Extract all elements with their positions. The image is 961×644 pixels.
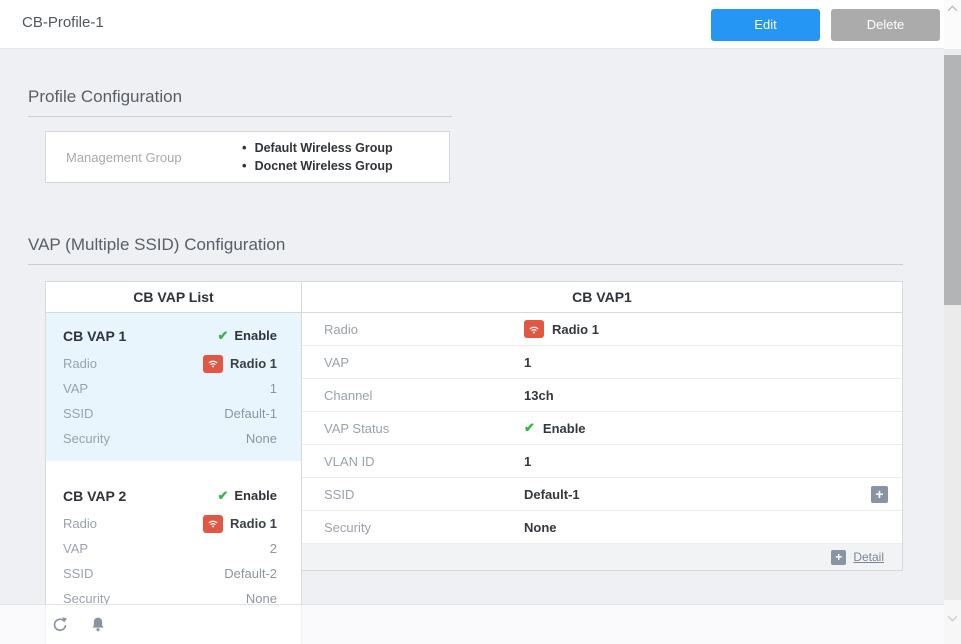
row-label: SSID (63, 406, 93, 421)
ssid-add-button[interactable] (871, 486, 888, 503)
status-value: Enable (543, 421, 586, 436)
vap-status-label: Enable (234, 488, 277, 503)
row-label: VAP (63, 541, 88, 556)
row-label: Radio (63, 516, 97, 531)
management-group-list: Default Wireless Group Docnet Wireless G… (242, 139, 393, 175)
row-value: 1 (524, 355, 531, 370)
vap-status-label: Enable (234, 328, 277, 343)
row-label: SSID (324, 487, 524, 502)
row-label: Radio (63, 356, 97, 371)
management-group-item: Docnet Wireless Group (242, 157, 393, 175)
vap-security-row: Security None (63, 426, 277, 451)
row-value: None (524, 520, 557, 535)
management-group-label: Management Group (66, 150, 242, 165)
vap-list-header: CB VAP List (46, 282, 301, 313)
row-label: VAP (63, 381, 88, 396)
detail-link[interactable]: Detail (853, 550, 884, 564)
detail-security-row: Security None (302, 511, 902, 544)
wifi-icon (203, 515, 223, 533)
footer-band (0, 604, 944, 644)
row-label: Channel (324, 388, 524, 403)
top-bar: CB-Profile-1 Edit Delete (0, 0, 961, 49)
detail-channel-row: Channel 13ch (302, 379, 902, 412)
bell-icon[interactable] (88, 615, 108, 635)
vap-ssid-row: SSID Default-2 (63, 561, 277, 586)
vap-status-badge: Enable (217, 488, 277, 504)
vap-name: CB VAP 1 (63, 328, 126, 344)
radio-value: Radio 1 (230, 356, 277, 371)
management-group-box: Management Group Default Wireless Group … (45, 131, 450, 183)
row-value: 1 (524, 454, 531, 469)
scrollbar-thumb[interactable] (944, 55, 961, 305)
wifi-icon (203, 355, 223, 373)
row-label: Radio (324, 322, 524, 337)
edit-button[interactable]: Edit (711, 9, 820, 41)
detail-radio-row: Radio Radio 1 (302, 313, 902, 346)
page-title: CB-Profile-1 (22, 14, 104, 31)
row-label: SSID (63, 566, 93, 581)
detail-footer-row: Detail (302, 544, 902, 570)
row-label: VAP Status (324, 421, 524, 436)
vap-config-title: VAP (Multiple SSID) Configuration (28, 235, 285, 255)
vertical-scrollbar[interactable] (944, 0, 961, 644)
row-value: Default-1 (224, 406, 277, 421)
detail-plus-icon[interactable] (831, 550, 846, 565)
wifi-icon (524, 320, 544, 338)
vap-radio-row: Radio Radio 1 (63, 511, 277, 536)
row-value: Enable (524, 420, 586, 436)
row-value: Radio 1 (203, 355, 277, 373)
vap-detail-header: CB VAP1 (302, 282, 902, 313)
row-value: Default-2 (224, 566, 277, 581)
vap-list-item-1[interactable]: CB VAP 1 Enable Radio Radio 1 VAP 1 SSID… (46, 313, 301, 461)
scroll-up-icon[interactable] (947, 5, 958, 12)
detail-vlan-row: VLAN ID 1 (302, 445, 902, 478)
detail-vap-row: VAP 1 (302, 346, 902, 379)
detail-ssid-row: SSID Default-1 (302, 478, 902, 511)
row-value: None (246, 431, 277, 446)
detail-vap-status-row: VAP Status Enable (302, 412, 902, 445)
row-value: Radio 1 (524, 320, 599, 338)
vap-radio-row: Radio Radio 1 (63, 351, 277, 376)
radio-value: Radio 1 (230, 516, 277, 531)
row-value: Radio 1 (203, 515, 277, 533)
check-icon (217, 328, 228, 344)
profile-config-divider (28, 116, 452, 117)
scrollbar-track-bottom (944, 600, 961, 644)
profile-config-title: Profile Configuration (28, 87, 182, 107)
row-label: Security (324, 520, 524, 535)
management-group-item: Default Wireless Group (242, 139, 393, 157)
row-value: 1 (270, 381, 277, 396)
vap-vap-row: VAP 1 (63, 376, 277, 401)
refresh-icon[interactable] (50, 615, 70, 635)
vap-list-item-2[interactable]: CB VAP 2 Enable Radio Radio 1 VAP 2 SSID… (46, 473, 301, 621)
vap-list-table: CB VAP List CB VAP 1 Enable Radio Radio … (45, 281, 302, 644)
row-label: Security (63, 431, 110, 446)
vap-status-badge: Enable (217, 328, 277, 344)
scroll-down-icon[interactable] (947, 615, 958, 622)
row-value: Default-1 (524, 487, 580, 502)
vap-detail-table: CB VAP1 Radio Radio 1 VAP 1 Channel 13ch… (301, 281, 903, 571)
vap-vap-row: VAP 2 (63, 536, 277, 561)
check-icon (524, 420, 535, 436)
vap-ssid-row: SSID Default-1 (63, 401, 277, 426)
row-label: VLAN ID (324, 454, 524, 469)
delete-button[interactable]: Delete (831, 9, 940, 41)
row-value: 2 (270, 541, 277, 556)
row-label: VAP (324, 355, 524, 370)
radio-value: Radio 1 (552, 322, 599, 337)
vap-name: CB VAP 2 (63, 488, 126, 504)
vap-config-divider (28, 264, 903, 265)
row-value: 13ch (524, 388, 554, 403)
check-icon (217, 488, 228, 504)
card-gap (46, 461, 301, 473)
